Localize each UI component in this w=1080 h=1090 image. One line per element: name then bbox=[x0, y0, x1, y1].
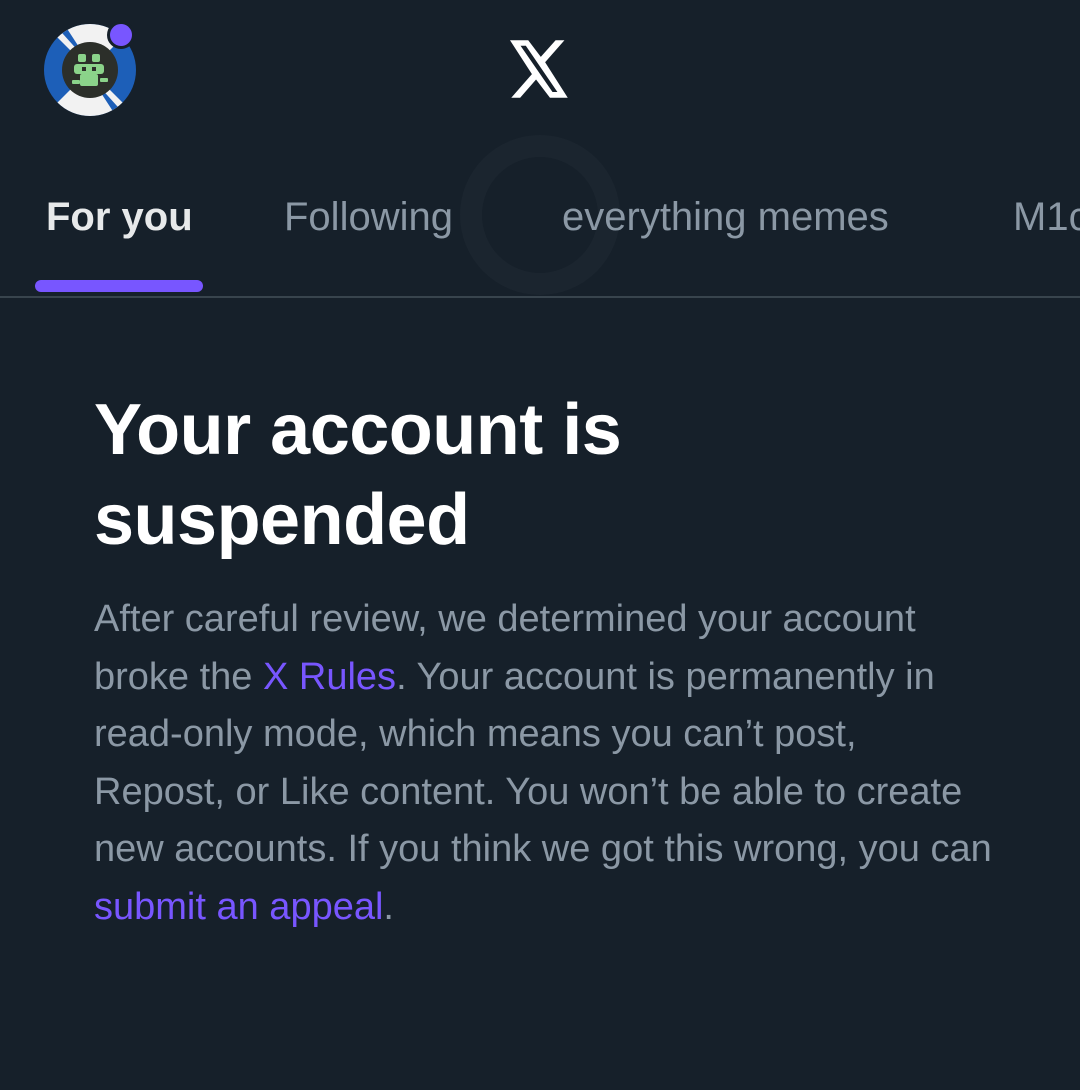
notice-body: After careful review, we determined your… bbox=[94, 591, 994, 936]
tab-following[interactable]: Following bbox=[284, 192, 453, 242]
notice-title: Your account is suspended bbox=[94, 385, 994, 565]
suspension-notice: Your account is suspended After careful … bbox=[94, 385, 994, 936]
submit-appeal-link[interactable]: submit an appeal bbox=[94, 886, 383, 928]
notice-title-line1: Your account is bbox=[94, 390, 622, 470]
active-tab-indicator bbox=[35, 280, 203, 292]
x-logo-icon[interactable] bbox=[510, 40, 570, 98]
notice-text-3: . bbox=[383, 885, 394, 928]
tab-m1c[interactable]: M1c bbox=[1013, 192, 1080, 242]
top-bar bbox=[0, 0, 1080, 150]
x-rules-link[interactable]: X Rules bbox=[263, 656, 396, 698]
tab-for-you[interactable]: For you bbox=[46, 192, 193, 242]
timeline-tabs: For you Following everything memes M1c bbox=[0, 150, 1080, 298]
notification-dot bbox=[107, 21, 135, 49]
notice-title-line2: suspended bbox=[94, 480, 470, 560]
tab-everything-memes[interactable]: everything memes bbox=[562, 192, 889, 242]
